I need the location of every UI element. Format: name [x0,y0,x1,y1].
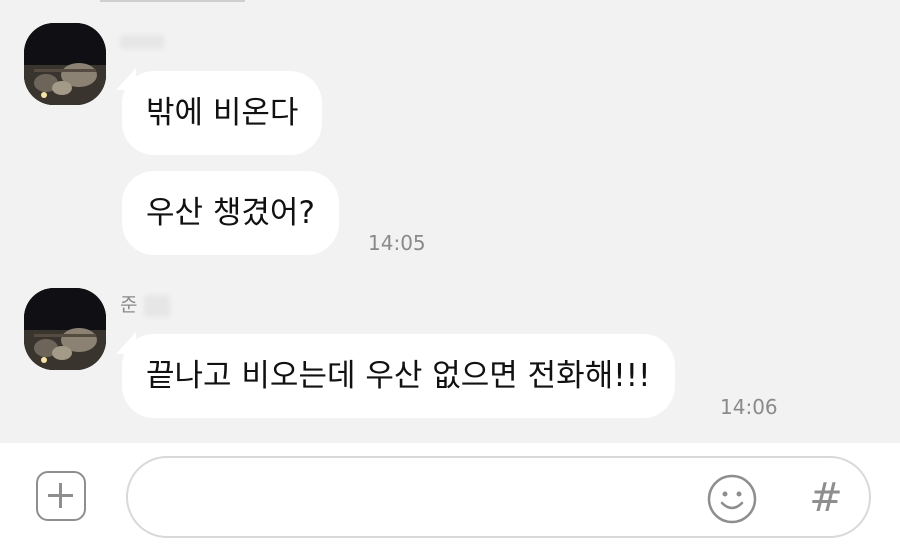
blurred-name [143,294,170,317]
hash-label: # [809,475,843,521]
message-bubble[interactable]: 끝나고 비오는데 우산 없으면 전화해!!! [122,334,675,418]
message-timestamp: 14:06 [720,395,778,419]
hash-button[interactable]: # [801,470,851,526]
message-field[interactable]: # [126,456,871,538]
divider [100,0,245,2]
message-text: 밖에 비온다 [146,95,299,131]
avatar[interactable] [24,23,106,105]
chat-area[interactable]: 밖에 비온다 우산 챙겼어? 14:05 준 끝나고 비오는데 우산 없으면 전… [0,0,900,443]
message-input[interactable] [152,472,696,524]
emoji-button[interactable] [706,473,758,525]
plus-icon[interactable] [36,471,86,521]
sender-name [120,28,164,54]
sender-name: 준 [120,292,170,318]
message-bubble[interactable]: 우산 챙겼어? [122,171,339,255]
blurred-name [120,34,164,49]
message-text: 우산 챙겼어? [146,195,315,231]
message-text: 끝나고 비오는데 우산 없으면 전화해!!! [146,358,651,394]
avatar[interactable] [24,288,106,370]
message-bubble[interactable]: 밖에 비온다 [122,71,323,155]
profile-photo [24,288,106,370]
smiley-icon [707,474,757,524]
profile-photo [24,23,106,105]
input-bar: # [0,443,900,550]
message-timestamp: 14:05 [368,231,426,255]
